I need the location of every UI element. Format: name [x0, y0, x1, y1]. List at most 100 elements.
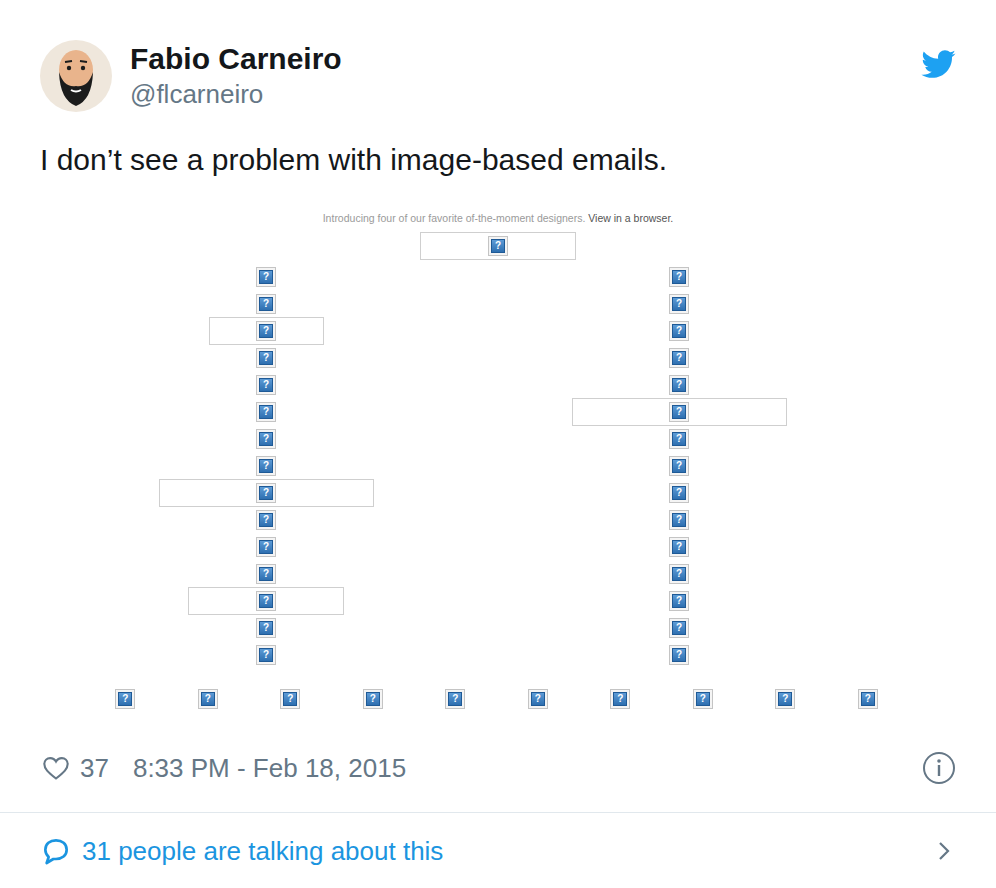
- broken-image-icon: ?: [256, 348, 276, 368]
- broken-image-glyph: ?: [491, 239, 505, 253]
- broken-image-glyph: ?: [672, 486, 686, 500]
- broken-image-icon: ?: [256, 591, 276, 611]
- avatar-icon[interactable]: [40, 40, 112, 112]
- broken-image-icon: ?: [669, 267, 689, 287]
- email-column-row: ?: [559, 479, 799, 506]
- email-image: ?: [669, 321, 689, 341]
- broken-image-icon: ?: [256, 618, 276, 638]
- email-column-row: ?: [146, 344, 386, 371]
- author-handle[interactable]: @flcarneiro: [130, 78, 342, 110]
- email-image: ?: [115, 689, 135, 709]
- email-image: ?: [669, 645, 689, 665]
- broken-image-glyph: ?: [259, 405, 273, 419]
- email-column-row: ?: [146, 479, 386, 506]
- email-image: ?: [693, 689, 713, 709]
- email-image: ?: [256, 456, 276, 476]
- broken-image-glyph: ?: [259, 486, 273, 500]
- email-footer-cell: ?: [497, 689, 580, 709]
- email-footer-images: ??????????: [0, 689, 996, 709]
- broken-image-icon: ?: [256, 375, 276, 395]
- broken-image-icon: ?: [858, 689, 878, 709]
- broken-image-icon: ?: [775, 689, 795, 709]
- broken-image-icon: ?: [256, 429, 276, 449]
- email-column-row: ?: [559, 641, 799, 668]
- broken-image-glyph: ?: [672, 459, 686, 473]
- preheader-text: Introducing four of our favorite of-the-…: [323, 212, 586, 224]
- author: Fabio Carneiro @flcarneiro: [130, 40, 342, 110]
- broken-image-glyph: ?: [259, 270, 273, 284]
- email-image: ?: [775, 689, 795, 709]
- broken-image-glyph: ?: [672, 351, 686, 365]
- email-footer-cell: ?: [84, 689, 167, 709]
- email-header: ?: [0, 232, 996, 260]
- chevron-right-icon[interactable]: [936, 839, 952, 863]
- broken-image-icon: ?: [256, 402, 276, 422]
- email-column-row: ?: [559, 290, 799, 317]
- email-column-row: ?: [146, 506, 386, 533]
- email-column-row: ?: [146, 560, 386, 587]
- email-image: ?: [256, 564, 276, 584]
- view-in-browser-link[interactable]: View in a browser.: [588, 212, 673, 224]
- email-column-row: ?: [559, 614, 799, 641]
- tweet-card: Fabio Carneiro @flcarneiro I don’t see a…: [0, 0, 996, 888]
- broken-image-glyph: ?: [118, 692, 132, 706]
- email-image: ?: [669, 429, 689, 449]
- broken-image-glyph: ?: [861, 692, 875, 706]
- email-image: ?: [198, 689, 218, 709]
- broken-image-glyph: ?: [259, 513, 273, 527]
- broken-image-glyph: ?: [259, 432, 273, 446]
- email-image: ?: [858, 689, 878, 709]
- heart-icon[interactable]: [42, 754, 70, 782]
- email-image: ?: [669, 348, 689, 368]
- replies-link[interactable]: 31 people are talking about this: [82, 836, 443, 867]
- like-count[interactable]: 37: [80, 753, 109, 784]
- email-image: ?: [445, 689, 465, 709]
- email-image: ?: [669, 618, 689, 638]
- broken-image-glyph: ?: [778, 692, 792, 706]
- broken-image-icon: ?: [669, 321, 689, 341]
- timestamp[interactable]: 8:33 PM - Feb 18, 2015: [133, 753, 406, 784]
- email-image: ?: [256, 267, 276, 287]
- email-image: ?: [669, 456, 689, 476]
- replies-row[interactable]: 31 people are talking about this: [0, 834, 996, 868]
- broken-image-icon: ?: [669, 537, 689, 557]
- broken-image-icon: ?: [256, 645, 276, 665]
- broken-image-icon: ?: [669, 564, 689, 584]
- email-column-row: ?: [146, 371, 386, 398]
- broken-image-icon: ?: [256, 510, 276, 530]
- email-footer-cell: ?: [167, 689, 250, 709]
- broken-image-icon: ?: [669, 591, 689, 611]
- email-footer-cell: ?: [744, 689, 827, 709]
- author-name[interactable]: Fabio Carneiro: [130, 42, 342, 76]
- broken-image-icon: ?: [445, 689, 465, 709]
- email-column-row: ?: [559, 533, 799, 560]
- broken-image-icon: ?: [669, 483, 689, 503]
- twitter-bird-icon[interactable]: [920, 46, 956, 82]
- email-image: ?: [280, 689, 300, 709]
- tweet-header: Fabio Carneiro @flcarneiro: [0, 0, 996, 112]
- email-column-row: ?: [559, 263, 799, 290]
- email-image: ?: [669, 375, 689, 395]
- broken-image-icon: ?: [528, 689, 548, 709]
- email-image: ?: [669, 267, 689, 287]
- broken-image-icon: ?: [669, 456, 689, 476]
- broken-image-glyph: ?: [672, 648, 686, 662]
- email-image-box: ?: [188, 587, 344, 615]
- email-columns: ??????????????????????????????: [0, 263, 996, 668]
- broken-image-glyph: ?: [201, 692, 215, 706]
- broken-image-glyph: ?: [259, 594, 273, 608]
- email-image: ?: [669, 294, 689, 314]
- broken-image-icon: ?: [669, 645, 689, 665]
- broken-image-glyph: ?: [448, 692, 462, 706]
- email-column-row: ?: [559, 317, 799, 344]
- info-icon[interactable]: [922, 751, 956, 785]
- email-image: ?: [669, 510, 689, 530]
- email-column-row: ?: [146, 641, 386, 668]
- email-image: ?: [669, 564, 689, 584]
- email-footer-cell: ?: [332, 689, 415, 709]
- email-image-box: ?: [209, 317, 324, 345]
- broken-image-glyph: ?: [259, 621, 273, 635]
- email-column-row: ?: [146, 614, 386, 641]
- email-image: ?: [256, 510, 276, 530]
- email-footer-cell: ?: [249, 689, 332, 709]
